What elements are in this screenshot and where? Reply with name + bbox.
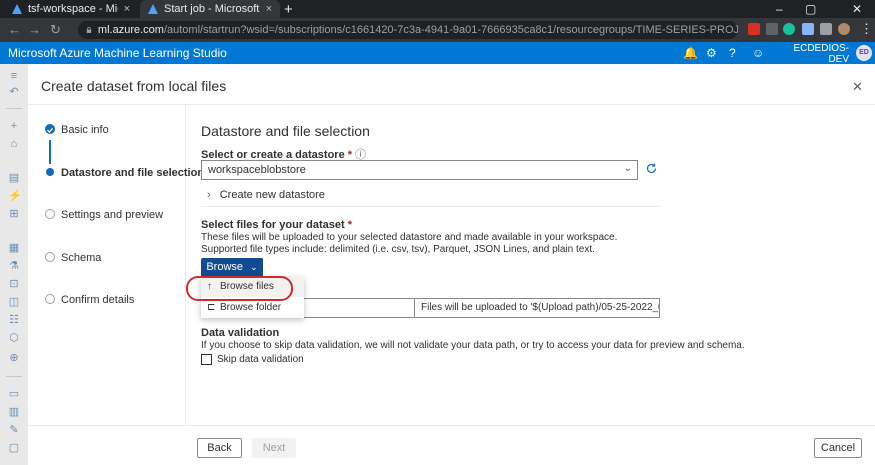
models-icon-2[interactable]: ⬡ [8, 332, 20, 344]
tab-title: Start job - Microsoft Azure Mach [164, 3, 260, 15]
tab-close-icon[interactable]: × [266, 3, 272, 15]
account-name: ECDEDIOS-DEV [793, 43, 849, 65]
step-pending-icon [45, 294, 55, 304]
divider [28, 104, 875, 105]
help-icon[interactable]: ? [729, 46, 736, 60]
step-settings-preview[interactable]: Settings and preview [61, 209, 163, 221]
new-tab-button[interactable]: + [284, 1, 293, 18]
datastores-icon[interactable]: ▥ [8, 406, 20, 418]
azure-icon [148, 4, 158, 14]
puzzle-icon[interactable] [802, 23, 814, 35]
feedback-icon[interactable]: ☺ [752, 46, 764, 60]
extension-icon[interactable] [766, 23, 778, 35]
skip-validation-label[interactable]: Skip data validation [217, 354, 304, 365]
address-bar[interactable]: ml.azure.com /automl/startrun?wsid=/subs… [78, 21, 738, 39]
divider [28, 425, 875, 426]
designer-icon[interactable]: ⊞ [8, 208, 20, 220]
step-current-icon [46, 168, 54, 176]
browse-folder-menu-item[interactable]: ⊏ Browse folder [201, 298, 304, 318]
next-button[interactable]: Next [252, 438, 296, 458]
upload-path-field[interactable]: Files will be uploaded to '$(Upload path… [414, 298, 660, 318]
experiments-icon[interactable]: ⚗ [8, 260, 20, 272]
divider [185, 105, 186, 425]
create-new-datastore[interactable]: › Create new datastore [207, 189, 325, 201]
datastore-dropdown[interactable]: workspaceblobstore ⌄ [201, 160, 638, 180]
bell-icon[interactable]: 🔔 [683, 46, 698, 60]
reload-icon[interactable]: ↻ [50, 22, 61, 38]
tab-title: tsf-workspace - Microsoft Azure [28, 3, 118, 15]
chevron-down-icon: ⌄ [623, 163, 632, 174]
upload-path-input[interactable] [303, 298, 415, 318]
avatar[interactable]: ED [856, 45, 872, 61]
browser-tab-workspace[interactable]: tsf-workspace - Microsoft Azure × [4, 0, 138, 18]
endpoints-icon[interactable]: ☷ [8, 314, 20, 326]
validation-title: Data validation [201, 327, 280, 339]
minimize-button[interactable]: – [776, 2, 783, 16]
step-basic-info[interactable]: Basic info [61, 124, 109, 136]
files-label: Select files for your dataset * [201, 219, 353, 231]
forward-arrow-icon[interactable]: → [28, 22, 41, 37]
labeling-icon[interactable]: ✎ [8, 424, 20, 436]
validation-description: If you choose to skip data validation, w… [201, 340, 745, 351]
maximize-button[interactable]: ▢ [805, 2, 816, 16]
undo-icon[interactable]: ↶ [8, 86, 20, 98]
plus-icon[interactable]: + [8, 120, 20, 132]
datastore-selected-value: workspaceblobstore [208, 164, 306, 176]
chevron-right-icon: › [207, 189, 211, 201]
step-confirm-details[interactable]: Confirm details [61, 294, 134, 306]
window-close-button[interactable]: ✕ [852, 2, 862, 16]
back-button[interactable]: Back [197, 438, 242, 458]
linked-services-icon[interactable]: ▢ [8, 442, 20, 454]
tab-close-icon[interactable]: × [124, 3, 130, 15]
divider [201, 206, 660, 207]
chevron-down-icon: ⌄ [250, 262, 258, 272]
endpoints-icon-2[interactable]: ⊕ [8, 352, 20, 364]
annotation-highlight [186, 276, 293, 301]
browser-tab-strip: tsf-workspace - Microsoft Azure × Start … [0, 0, 875, 18]
step-pending-icon [45, 209, 55, 219]
step-connector [49, 140, 51, 164]
section-title: Datastore and file selection [201, 123, 370, 139]
required-mark: * [347, 219, 353, 231]
profile-icon[interactable] [838, 23, 850, 35]
browser-tab-start-job[interactable]: Start job - Microsoft Azure Mach × [140, 0, 280, 18]
step-pending-icon [45, 252, 55, 262]
browser-toolbar: ← → ↻ ml.azure.com /automl/startrun?wsid… [0, 18, 875, 42]
refresh-icon[interactable] [645, 162, 658, 175]
panel-close-icon[interactable]: ✕ [852, 79, 863, 95]
left-nav-rail: ≡ ↶ + ⌂ ▤ ⚡ ⊞ ▦ ⚗ ⊡ ◫ ☷ ⬡ ⊕ ▭ ▥ ✎ ▢ [0, 64, 28, 465]
automl-icon[interactable]: ⚡ [8, 190, 22, 202]
gear-icon[interactable]: ⚙ [706, 46, 717, 60]
kebab-menu-icon[interactable]: ⋮ [860, 21, 873, 37]
cancel-button[interactable]: Cancel [814, 438, 862, 458]
compute-icon[interactable]: ▭ [8, 388, 20, 400]
create-dataset-panel [28, 64, 875, 465]
step-complete-icon [45, 124, 55, 134]
studio-header: Microsoft Azure Machine Learning Studio … [0, 42, 875, 74]
notebook-icon[interactable]: ▤ [8, 172, 20, 184]
files-description: These files will be uploaded to your sel… [201, 232, 618, 255]
azure-icon [12, 4, 22, 14]
skip-validation-checkbox[interactable] [201, 354, 212, 365]
step-schema[interactable]: Schema [61, 252, 101, 264]
models-icon[interactable]: ◫ [8, 296, 20, 308]
sidebar-icon[interactable] [820, 23, 832, 35]
back-arrow-icon[interactable]: ← [8, 22, 21, 37]
lock-icon [86, 27, 92, 33]
url-path: /automl/startrun?wsid=/subscriptions/c16… [163, 24, 738, 36]
grammarly-icon[interactable] [783, 23, 795, 35]
browse-button[interactable]: Browse ⌄ [201, 258, 263, 277]
url-host: ml.azure.com [97, 24, 164, 36]
hamburger-icon[interactable]: ≡ [8, 70, 20, 82]
datasets-icon[interactable]: ▦ [8, 242, 20, 254]
folder-icon: ⊏ [207, 302, 216, 313]
extension-icon[interactable] [748, 23, 760, 35]
home-icon[interactable]: ⌂ [8, 138, 20, 150]
pipelines-icon[interactable]: ⊡ [8, 278, 20, 290]
app-title[interactable]: Microsoft Azure Machine Learning Studio [8, 46, 227, 60]
step-datastore-file-selection[interactable]: Datastore and file selection [61, 167, 204, 179]
panel-title: Create dataset from local files [41, 78, 227, 94]
